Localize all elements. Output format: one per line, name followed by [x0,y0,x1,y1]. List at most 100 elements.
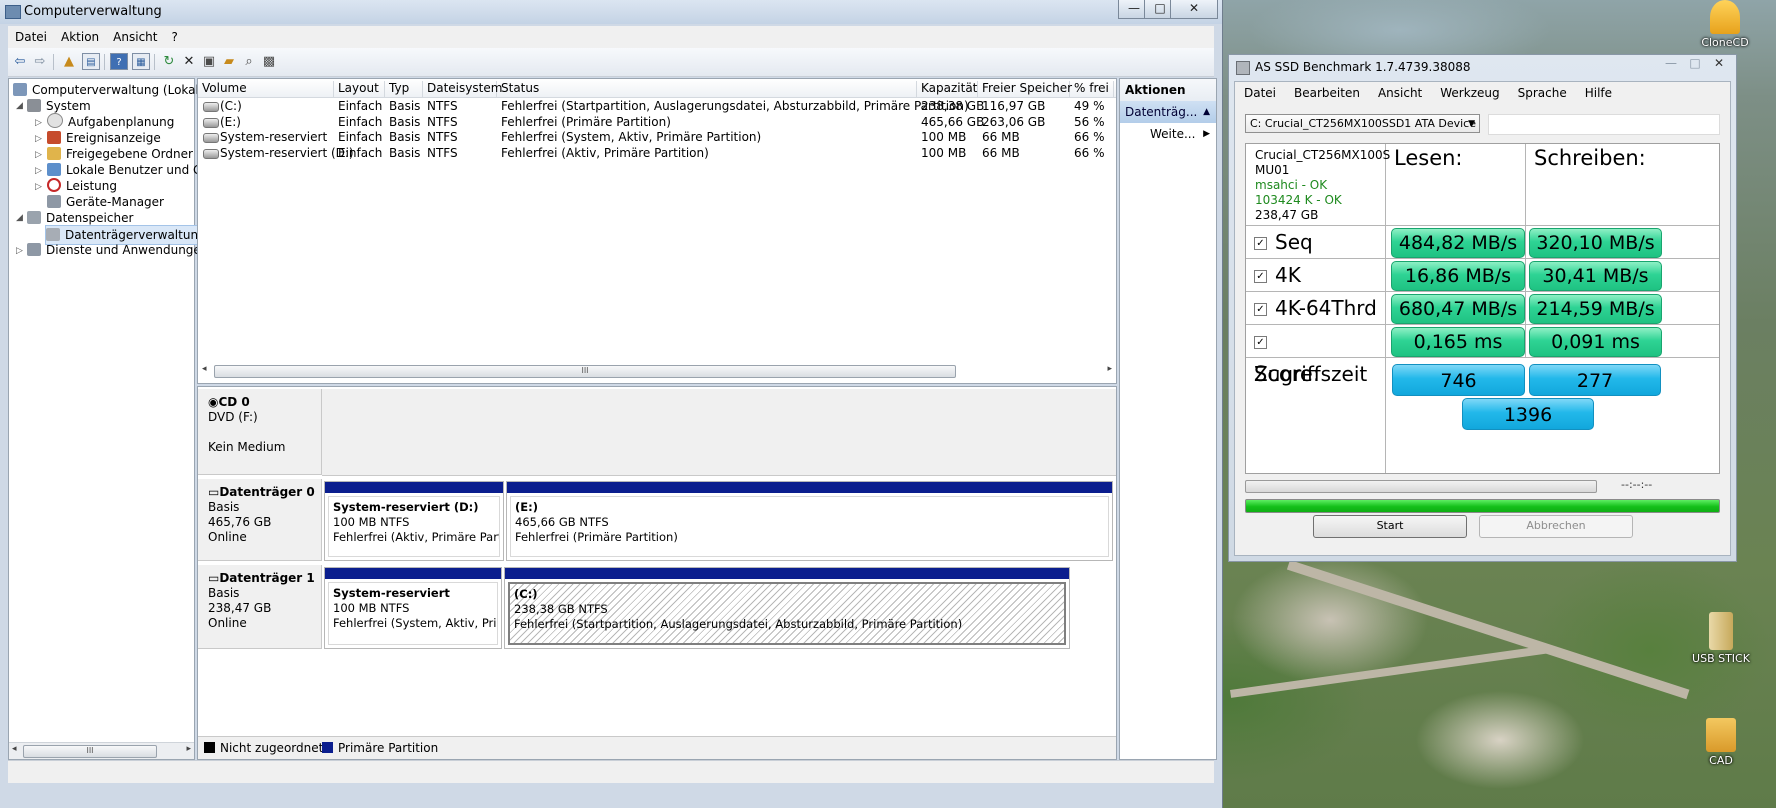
volume-cell: Basis [389,130,421,144]
menu-datei[interactable]: Datei [1235,82,1285,100]
column-capacity[interactable]: Kapazität [917,81,978,97]
menu-werkzeug[interactable]: Werkzeug [1431,82,1508,100]
volume-list-horizontal-scrollbar[interactable]: ◂ III ▸ [198,363,1116,379]
close-button[interactable]: ✕ [1170,0,1218,19]
test-checkbox[interactable]: ✓ [1254,270,1267,283]
desktop-icon-label: CAD [1709,754,1733,767]
menu-bar: Datei Aktion Ansicht? [8,26,1214,48]
title-bar[interactable]: Computerverwaltung — □ ✕ [0,0,1222,24]
tree-item-services[interactable]: Dienste und Anwendungen [27,241,208,259]
delete-icon[interactable]: ✕ [180,53,198,70]
test-row-4[interactable]: ✓Zugriffszeit [1246,325,1386,386]
column-filesystem[interactable]: Dateisystem [423,81,502,97]
close-button[interactable]: ✕ [1707,55,1731,73]
partition-system-reserved[interactable]: System-reserviert 100 MB NTFS Fehlerfrei… [324,567,502,649]
test-checkbox[interactable]: ✓ [1254,336,1267,349]
open-folder-icon[interactable]: ▰ [220,53,238,70]
menu-bearbeiten[interactable]: Bearbeiten [1285,82,1369,100]
status-bar [8,760,1214,783]
score-label: Score: [1246,358,1386,473]
test-checkbox[interactable]: ✓ [1254,237,1267,250]
refresh-icon[interactable]: ↻ [160,53,178,70]
disk-label-disk0[interactable]: ▭Datenträger 0 Basis 465,76 GB Online [198,479,322,561]
cancel-button[interactable]: Abbrechen [1479,515,1633,538]
desktop-icon-usb-stick[interactable]: USB STICK [1686,612,1756,665]
volume-row[interactable]: (C:) Einfach Basis NTFS Fehlerfrei (Startpar… [198,98,1116,115]
scroll-right-icon[interactable]: ▸ [186,744,191,754]
menu-datei[interactable]: Datei [8,26,54,44]
test-checkbox[interactable]: ✓ [1254,303,1267,316]
volume-row[interactable]: (E:) Einfach Basis NTFS Fehlerfrei (Primäre … [198,114,1116,131]
chevron-down-icon[interactable]: ◢ [16,213,23,223]
forward-icon[interactable]: ⇨ [31,53,49,70]
menu-hilfe[interactable]: Hilfe [1576,82,1621,100]
test-row-1[interactable]: ✓ Seq [1246,226,1386,259]
disk-type: DVD (F:) [208,410,258,424]
scrollbar-thumb[interactable]: III [23,745,157,758]
volume-row[interactable]: System-reserviert (D:) Einfach Basis NTFS Fe… [198,145,1116,162]
settings-icon[interactable]: ▩ [260,53,278,70]
device-select[interactable]: C: Crucial_CT256MX100SSD1 ATA Device ▼ [1245,114,1480,133]
partition-c[interactable]: (C:) 238,38 GB NTFS Fehlerfrei (Startpar… [504,567,1070,649]
chevron-right-icon[interactable]: ▷ [16,246,23,256]
scroll-left-icon[interactable]: ◂ [12,744,17,754]
disk-label-disk1[interactable]: ▭Datenträger 1 Basis 238,47 GB Online [198,565,322,649]
maximize-button[interactable]: □ [1683,55,1707,73]
clock-icon [47,113,63,128]
desktop-icon-clonecd[interactable]: CloneCD [1690,0,1760,49]
actions-disk-management[interactable]: Datenträg... ▲ [1120,101,1216,123]
test-row-3[interactable]: ✓ 4K-64Thrd [1246,292,1386,325]
volume-cell: 100 MB [921,145,967,160]
show-hide-tree-icon[interactable]: ▤ [82,53,100,70]
partition-system-reserved-d[interactable]: System-reserviert (D:) 100 MB NTFS Fehle… [324,481,504,561]
column-percent-free[interactable]: % frei [1070,81,1114,97]
column-layout[interactable]: Layout [334,81,385,97]
up-folder-icon[interactable]: ▲ [60,53,78,70]
search-icon[interactable]: ⌕ [240,53,258,70]
scrollbar-thumb[interactable]: III [214,365,956,378]
chevron-right-icon[interactable]: ▷ [35,118,42,128]
help-icon[interactable]: ? [110,53,128,70]
column-status[interactable]: Status [497,81,917,97]
chevron-right-icon[interactable]: ▷ [35,182,42,192]
back-icon[interactable]: ⇦ [11,53,29,70]
menu-ansicht[interactable]: Ansicht [1369,82,1431,100]
tree-horizontal-scrollbar[interactable]: ◂ III ▸ [9,742,194,759]
disk-label-cd0[interactable]: ◉CD 0 DVD (F:) Kein Medium [198,389,322,475]
partition-e[interactable]: (E:) 465,66 GB NTFS Fehlerfrei (Primäre … [506,481,1113,561]
chevron-right-icon[interactable]: ▷ [35,150,42,160]
desktop-icon-cad[interactable]: CAD [1686,718,1756,767]
menu-aktion[interactable]: Aktion [54,26,106,44]
view-icon[interactable]: ▦ [132,53,150,70]
scroll-right-icon[interactable]: ▸ [1107,364,1112,374]
toolbar: ⇦ ⇨ ▲ ▤ ? ▦ ↻ ✕ ▣ ▰ ⌕ ▩ [8,48,1214,77]
properties-icon[interactable]: ▣ [200,53,218,70]
column-type[interactable]: Typ [385,81,423,97]
volume-row[interactable]: System-reserviert Einfach Basis NTFS Fehlerf… [198,129,1116,146]
minimize-button[interactable]: — [1659,55,1683,73]
overall-progress-bar [1245,499,1720,513]
chevron-down-icon[interactable]: ◢ [16,101,23,111]
chevron-right-icon[interactable]: ▷ [35,134,42,144]
partition-size: 238,38 GB NTFS [514,602,608,616]
volume-cell: Basis [389,145,421,160]
start-button[interactable]: Start [1313,515,1467,538]
menu-ansicht[interactable]: Ansicht [106,26,164,44]
title-bar[interactable]: AS SSD Benchmark 1.7.4739.38088 — □ ✕ [1229,55,1736,79]
menu-help[interactable]: ? [164,26,184,44]
tree-label: Computerverwaltung (Lokal) [32,83,204,97]
volume-cell: Basis [389,99,421,113]
disk-type: Basis [208,500,240,514]
volume-cell: (E:) [220,114,241,129]
column-volume[interactable]: Volume [198,81,334,97]
volume-cell: NTFS [427,145,458,160]
test-row-2[interactable]: ✓ 4K [1246,259,1386,292]
collapse-icon[interactable]: ▲ [1203,101,1210,123]
volume-cell: Einfach [338,99,383,113]
menu-sprache[interactable]: Sprache [1509,82,1576,100]
chevron-right-icon[interactable]: ▷ [35,166,42,176]
column-free-space[interactable]: Freier Speicher [978,81,1072,97]
tree-label: Dienste und Anwendungen [46,243,209,257]
actions-more[interactable]: Weite... ▶ [1120,123,1216,145]
scroll-left-icon[interactable]: ◂ [202,364,207,374]
